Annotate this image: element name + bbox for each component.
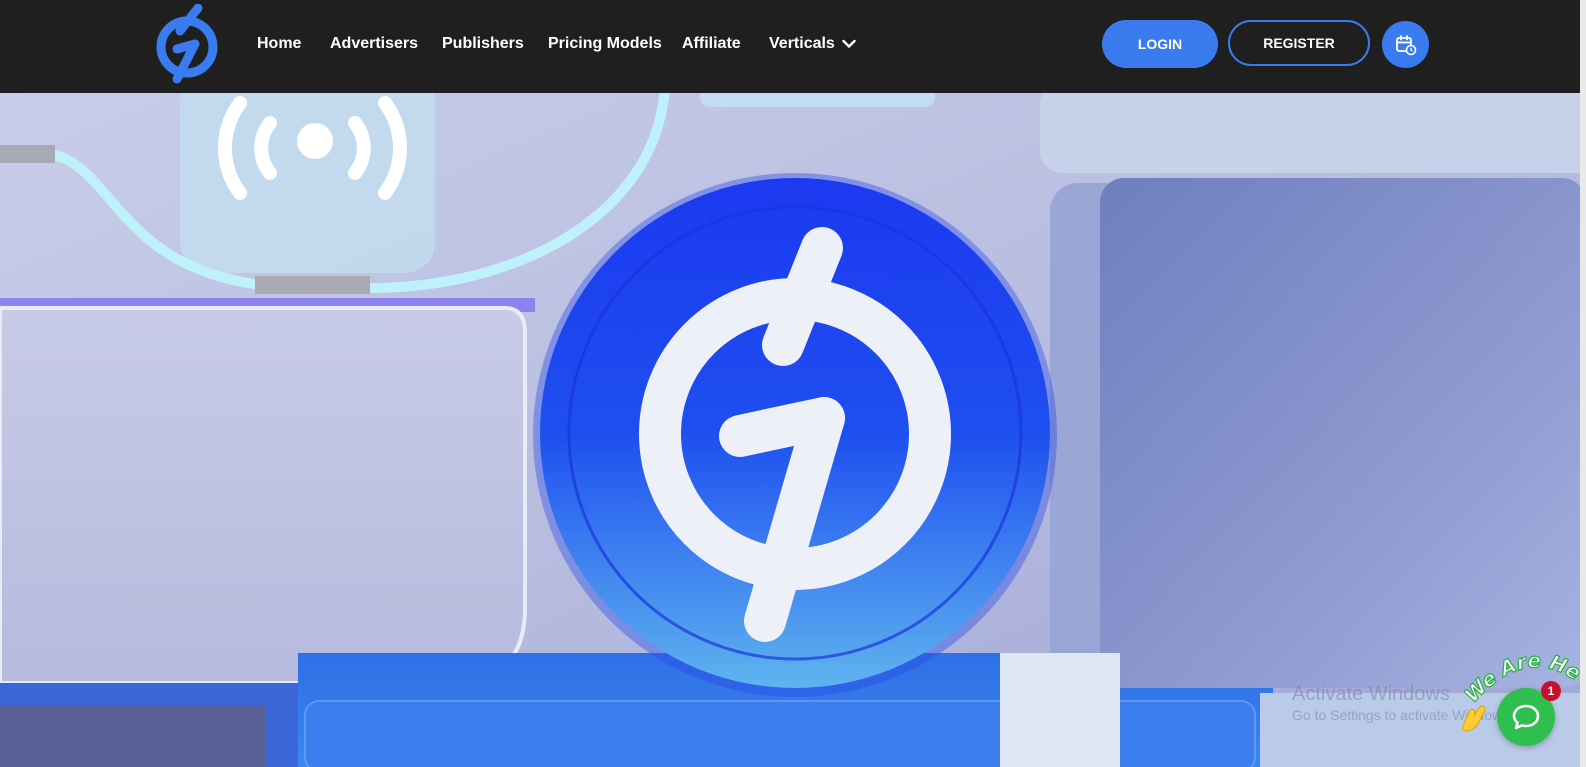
login-button[interactable]: LOGIN — [1102, 20, 1218, 68]
nav-home[interactable]: Home — [257, 34, 301, 54]
hero-banner — [0, 93, 1586, 767]
nav-advertisers[interactable]: Advertisers — [330, 34, 418, 54]
brand-logo[interactable] — [153, 3, 221, 84]
brand-logo-icon — [156, 3, 218, 84]
calendar-button[interactable] — [1382, 21, 1429, 68]
calendar-clock-icon — [1395, 34, 1416, 55]
nav-affiliate[interactable]: Affiliate — [682, 34, 741, 54]
nav-verticals-label: Verticals — [769, 35, 835, 52]
nav-pricing-models[interactable]: Pricing Models — [548, 34, 662, 54]
register-button[interactable]: REGISTER — [1228, 20, 1370, 66]
live-chat-widget[interactable]: We Are Here! 1 — [1455, 652, 1585, 767]
nav-publishers[interactable]: Publishers — [442, 34, 524, 54]
chevron-down-icon — [842, 39, 856, 48]
top-navbar: Home Advertisers Publishers Pricing Mode… — [0, 0, 1586, 93]
nav-verticals[interactable]: Verticals — [769, 34, 856, 54]
chat-bubble-icon — [1512, 704, 1540, 730]
waving-hand-icon — [1462, 705, 1486, 732]
chat-notification-badge: 1 — [1541, 681, 1561, 701]
hero-illustration — [0, 93, 1586, 767]
